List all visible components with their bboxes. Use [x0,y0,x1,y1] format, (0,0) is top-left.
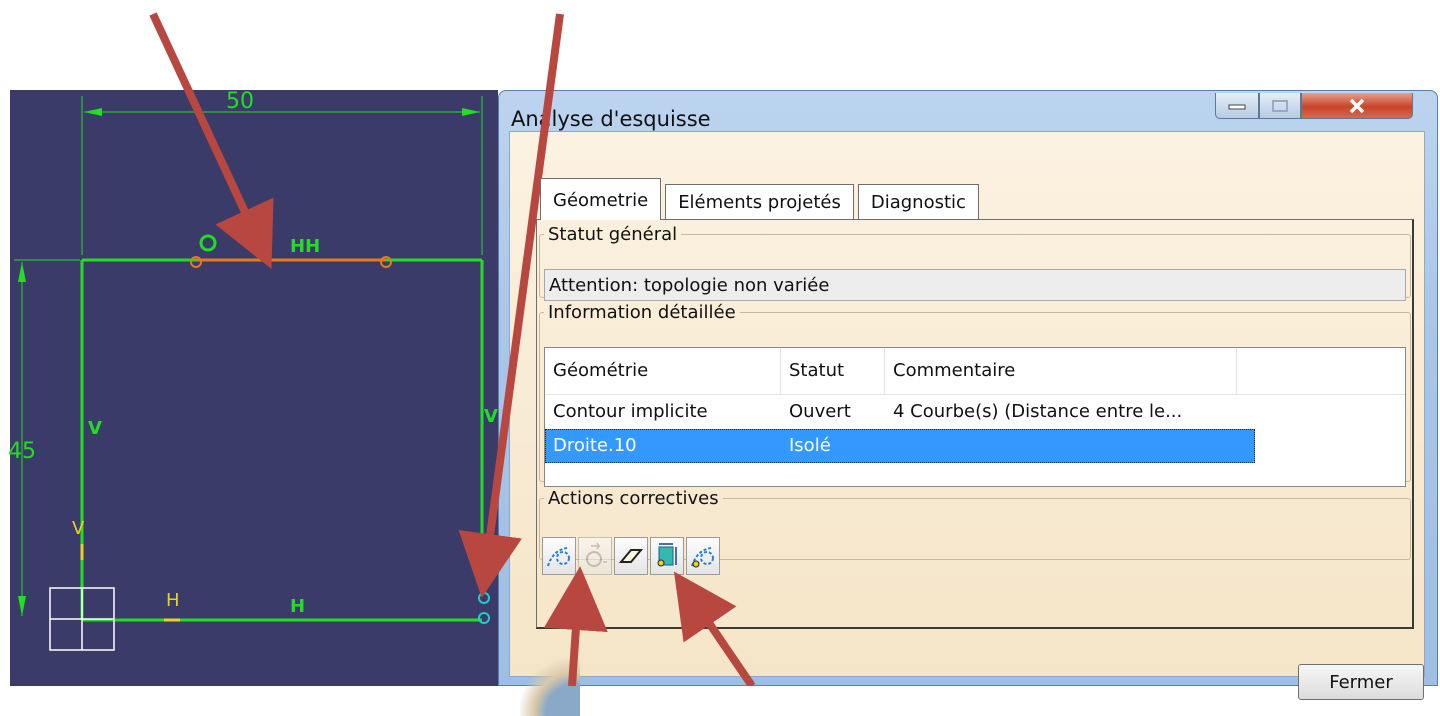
geometry-list[interactable]: Géométrie Statut Commentaire Contour imp… [544,347,1406,487]
constraint-h-bottom-label[interactable]: H [290,596,305,617]
row-comment [885,429,1237,463]
close-icon [1349,98,1365,113]
select-points-icon [547,547,570,567]
column-header-commentaire[interactable]: Commentaire [885,348,1237,394]
axis-v-label: V [72,518,85,539]
list-item[interactable]: Contour implicite Ouvert 4 Courbe(s) (Di… [545,395,1405,429]
dialog-title: Analyse d'esquisse [511,107,711,131]
close-button[interactable]: Fermer [1298,664,1424,700]
general-status-legend: Statut général [548,224,678,245]
maximize-icon [1272,99,1288,112]
detailed-info-legend: Information détaillée [548,302,736,323]
list-item-selected[interactable]: Droite.10 Isolé [545,429,1255,463]
axis-h-label: H [166,590,180,611]
tab-diagnostic[interactable]: Diagnostic [857,184,979,220]
dimension-constraint-button[interactable] [650,537,684,575]
detailed-info-group: Information détaillée Géométrie Statut C… [539,302,1411,487]
delete-button[interactable] [614,537,648,575]
general-status-value: Attention: topologie non variée [544,269,1406,301]
sketch-analysis-dialog: Analyse d'esquisse Géometrie Eléments pr… [498,90,1438,716]
rotate-point-icon [586,542,607,567]
tab-elements-projetes[interactable]: Eléments projetés [665,184,854,220]
constraint-hh-label[interactable]: HH [290,236,320,257]
column-header-empty[interactable] [1237,348,1375,394]
tab-bar: Géometrie Eléments projetés Diagnostic [540,178,979,220]
column-header-statut[interactable]: Statut [781,348,885,394]
corrective-actions-group: Actions correctives [539,488,1411,575]
dimension-50-label[interactable]: 50 [226,89,254,114]
general-status-group: Statut général Attention: topologie non … [539,224,1411,301]
row-geometry: Droite.10 [553,435,637,456]
row-comment: 4 Courbe(s) (Distance entre le... [893,401,1183,422]
close-window-button[interactable] [1301,93,1413,119]
corrective-actions-toolbar [542,537,720,575]
dialog-client-area: Géometrie Eléments projetés Diagnostic S… [509,131,1425,716]
list-header: Géométrie Statut Commentaire [545,348,1405,395]
sketch-viewport[interactable]: 50 45 HH V V H V H [0,0,498,686]
dimension-constraint-icon [657,543,677,567]
rotate-point-button[interactable] [578,537,612,575]
minimize-button[interactable] [1215,93,1259,119]
select-points-button[interactable] [542,537,576,575]
corrective-actions-legend: Actions correctives [548,488,719,509]
tab-geometrie[interactable]: Géometrie [540,178,662,220]
column-header-geometrie[interactable]: Géométrie [545,348,781,394]
eraser-icon [618,549,644,563]
constraint-v-right-label[interactable]: V [484,406,498,427]
dimension-45-label[interactable]: 45 [8,439,36,464]
row-status: Ouvert [789,401,851,422]
row-geometry: Contour implicite [553,401,708,422]
construction-points-button[interactable] [686,537,720,575]
construction-points-icon [691,547,714,568]
row-status: Isolé [789,435,831,456]
tab-panel: Statut général Attention: topologie non … [536,219,1414,629]
catia-logo-icon [520,652,580,716]
constraint-v-left-label[interactable]: V [88,418,102,439]
maximize-button[interactable] [1259,93,1301,119]
minimize-icon [1228,104,1246,109]
